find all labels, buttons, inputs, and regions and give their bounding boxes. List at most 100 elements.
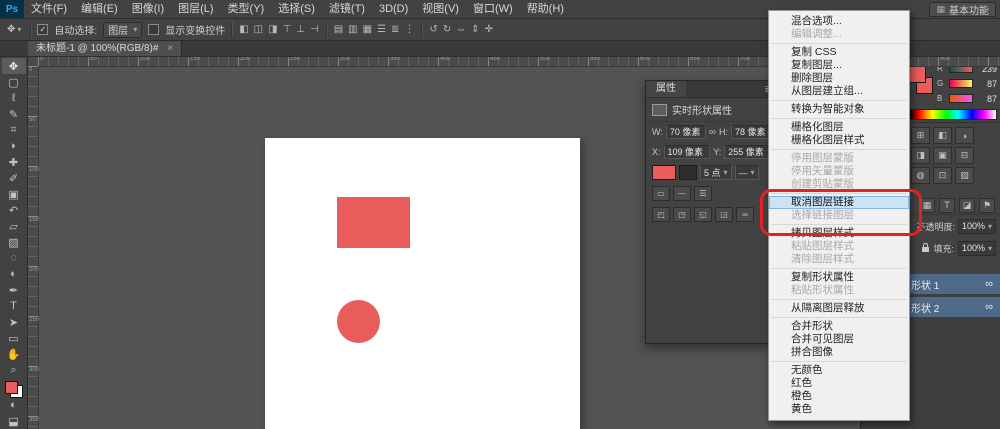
quick-mask-icon[interactable]: ◐	[2, 398, 26, 414]
foreground-color-swatch[interactable]	[909, 66, 926, 83]
tab-close-icon[interactable]: ×	[167, 41, 173, 56]
context-menu-item[interactable]: 复制 CSS	[769, 46, 909, 59]
healing-brush-tool[interactable]: ✚	[2, 154, 26, 170]
stroke-width-dropdown[interactable]: 5 点 ▾	[700, 165, 732, 180]
stroke-color-swatch[interactable]	[679, 165, 697, 180]
brush-tool[interactable]: ✐	[2, 170, 26, 186]
menu-item[interactable]: 视图(V)	[415, 0, 466, 18]
panel-icon[interactable]: ▣	[933, 147, 952, 164]
mode-icon[interactable]: ⇔	[455, 24, 467, 35]
move-tool[interactable]: ✥	[2, 58, 26, 74]
panel-icon[interactable]: ⊞	[911, 127, 930, 144]
corner-option-icon[interactable]: ◱	[694, 207, 712, 222]
panel-icon[interactable]: ◑	[955, 127, 974, 144]
color-slider[interactable]	[949, 79, 973, 88]
eraser-tool[interactable]: ▱	[2, 218, 26, 234]
red-rectangle-shape[interactable]	[337, 197, 410, 248]
color-spectrum-bar[interactable]	[909, 109, 997, 120]
corner-option-icon[interactable]: ◰	[652, 207, 670, 222]
distribute-icon[interactable]: ▤	[333, 24, 344, 35]
mode-icon[interactable]: ✛	[484, 24, 494, 35]
color-swatches[interactable]	[5, 381, 23, 398]
panel-icon[interactable]: ◧	[933, 127, 952, 144]
context-menu-item[interactable]: 复制形状属性	[769, 271, 909, 284]
distribute-icon[interactable]: ▦	[362, 24, 373, 35]
menu-item[interactable]: 帮助(H)	[520, 0, 571, 18]
corner-option-icon[interactable]: ∞	[736, 207, 754, 222]
distribute-icon[interactable]: ≣	[390, 24, 400, 35]
fill-dropdown[interactable]: 100% ▾	[958, 241, 996, 256]
stroke-option-icon[interactable]: —	[673, 186, 691, 201]
auto-select-target-dropdown[interactable]: 图层 ▾	[103, 22, 142, 38]
corner-option-icon[interactable]: ◳	[673, 207, 691, 222]
shape-tool[interactable]: ▭	[2, 330, 26, 346]
stroke-option-icon[interactable]: ▭	[652, 186, 670, 201]
context-menu-item[interactable]: 红色	[769, 377, 909, 390]
filter-icon[interactable]: ▦	[919, 198, 935, 213]
vertical-ruler[interactable]: 050100150200250300350	[28, 66, 39, 429]
fill-color-swatch[interactable]	[652, 165, 676, 180]
filter-icon[interactable]: ⚑	[979, 198, 995, 213]
history-brush-tool[interactable]: ↶	[2, 202, 26, 218]
align-icon[interactable]: ◧	[238, 24, 249, 35]
stroke-option-icon[interactable]: ☰	[694, 186, 712, 201]
corner-option-icon[interactable]: ◲	[715, 207, 733, 222]
menu-item[interactable]: 图像(I)	[125, 0, 171, 18]
panel-icon[interactable]: ◍	[911, 167, 930, 184]
red-ellipse-shape[interactable]	[337, 300, 380, 343]
align-icon[interactable]: ⊥	[295, 24, 306, 35]
context-menu-item[interactable]: 拷贝图层样式	[769, 227, 909, 240]
context-menu-item[interactable]: 从图层建立组...	[769, 85, 909, 98]
menu-item[interactable]: 类型(Y)	[221, 0, 272, 18]
menu-item[interactable]: 编辑(E)	[74, 0, 125, 18]
document-canvas[interactable]	[265, 138, 580, 429]
context-menu-item[interactable]: 复制图层...	[769, 59, 909, 72]
distribute-icon[interactable]: ▥	[347, 24, 358, 35]
link-dimensions-icon[interactable]: ∞	[709, 127, 716, 138]
width-field[interactable]: 70 像素	[666, 125, 706, 139]
eyedropper-tool[interactable]: ◗	[2, 138, 26, 154]
context-menu-item[interactable]: 栅格化图层样式	[769, 134, 909, 147]
filter-icon[interactable]: ◪	[959, 198, 975, 213]
type-tool[interactable]: T	[2, 298, 26, 314]
menu-item[interactable]: 图层(L)	[171, 0, 220, 18]
show-transform-checkbox[interactable]	[148, 24, 159, 35]
blur-tool[interactable]: ◌	[2, 250, 26, 266]
context-menu-item[interactable]: 栅格化图层	[769, 121, 909, 134]
panel-icon[interactable]: ▧	[955, 167, 974, 184]
context-menu-item[interactable]: 合并可见图层	[769, 333, 909, 346]
align-icon[interactable]: ⊣	[309, 24, 320, 35]
filter-icon[interactable]: T	[939, 198, 955, 213]
menu-item[interactable]: 窗口(W)	[466, 0, 520, 18]
pen-tool[interactable]: ✒	[2, 282, 26, 298]
context-menu-item[interactable]: 转换为智能对象	[769, 103, 909, 116]
mode-icon[interactable]: ↺	[428, 24, 438, 35]
context-menu-item[interactable]: 合并形状	[769, 320, 909, 333]
height-field[interactable]: 78 像素	[731, 125, 771, 139]
context-menu-item[interactable]: 从隔离图层释放	[769, 302, 909, 315]
workspace-switcher[interactable]: ▦ 基本功能	[929, 2, 996, 17]
panel-color-swatches[interactable]	[909, 66, 933, 94]
lock-icon[interactable]	[922, 247, 929, 252]
marquee-tool[interactable]: ▢	[2, 74, 26, 90]
panel-icon[interactable]: ⊟	[955, 147, 974, 164]
opacity-dropdown[interactable]: 100% ▾	[958, 219, 996, 234]
quick-selection-tool[interactable]: ✎	[2, 106, 26, 122]
mode-icon[interactable]: ↻	[442, 24, 452, 35]
document-tab[interactable]: 未标题-1 @ 100%(RGB/8)# ×	[28, 41, 182, 56]
align-icon[interactable]: ◨	[267, 24, 278, 35]
hand-tool[interactable]: ✋	[2, 346, 26, 362]
dodge-tool[interactable]: ◐	[2, 266, 26, 282]
y-field[interactable]: 255 像素	[724, 145, 771, 159]
screen-mode-icon[interactable]: ⬓	[2, 413, 26, 429]
menu-item[interactable]: 选择(S)	[271, 0, 322, 18]
context-menu-item[interactable]: 删除图层	[769, 72, 909, 85]
distribute-icon[interactable]: ⋮	[403, 24, 415, 35]
mode-icon[interactable]: ⇕	[470, 24, 480, 35]
tool-preset-dropdown[interactable]: ✥ ▾	[4, 24, 24, 35]
context-menu-item[interactable]: 混合选项...	[769, 15, 909, 28]
stroke-type-dropdown[interactable]: — ▾	[735, 165, 759, 180]
align-icon[interactable]: ⊤	[282, 24, 293, 35]
zoom-tool[interactable]: ⌕	[2, 362, 26, 378]
context-menu-item[interactable]: 黄色	[769, 403, 909, 416]
